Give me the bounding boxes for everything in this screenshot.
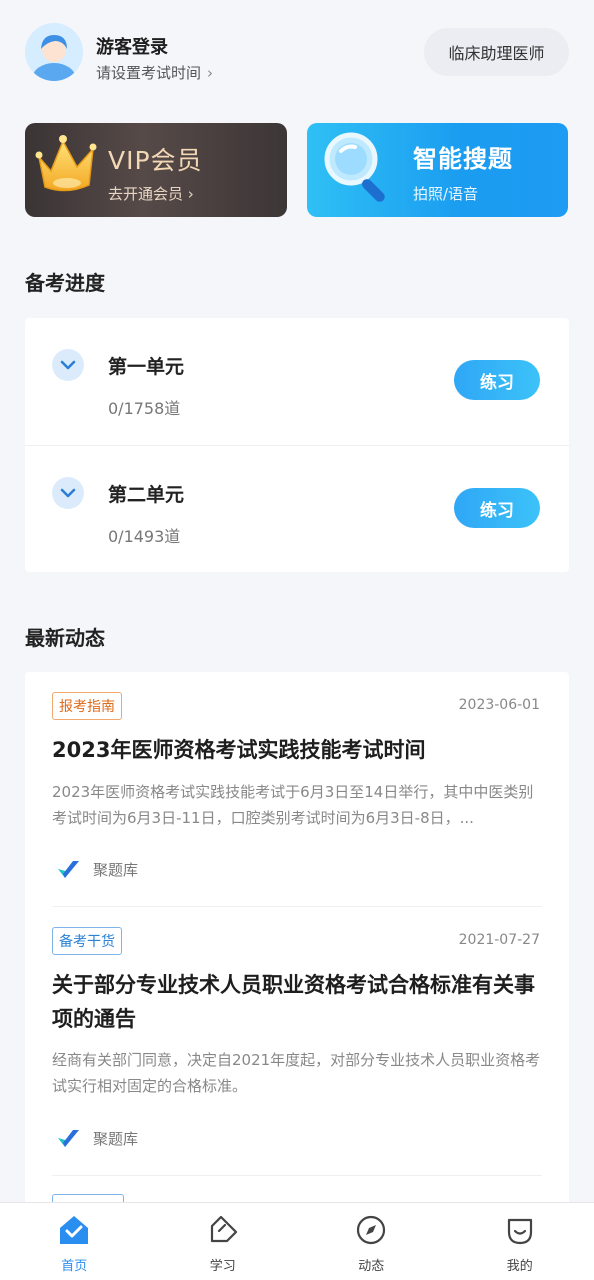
news-date: 2021-07-27 [458, 932, 540, 948]
expand-chevron-icon[interactable] [52, 349, 84, 381]
practice-button[interactable]: 练习 [454, 488, 540, 528]
smile-face-icon [503, 1213, 537, 1247]
magnifier-icon [324, 132, 385, 202]
practice-button[interactable]: 练习 [454, 360, 540, 400]
news-title: 关于部分专业技术人员职业资格考试合格标准有关事项的通告 [52, 973, 535, 1031]
vip-subtitle: 去开通会员 › [108, 185, 194, 203]
source-logo-icon [58, 1129, 79, 1147]
nav-study-label: 学习 [209, 1259, 236, 1274]
vip-title: VIP会员 [108, 146, 203, 175]
login-title[interactable]: 游客登录 [96, 33, 168, 59]
set-exam-time-label: 请设置考试时间 [96, 64, 202, 82]
news-item[interactable]: 报考指南 2023-06-01 2023年医师资格考试实践技能考试时间 2023… [25, 672, 569, 906]
divider [52, 1175, 542, 1176]
vip-card[interactable]: VIP会员 去开通会员 › [25, 123, 287, 217]
user-avatar-icon [25, 23, 83, 81]
nav-study[interactable]: 学习 [149, 1203, 298, 1280]
unit-row[interactable]: 第一单元 0/1758道 练习 [25, 318, 569, 445]
news-source-name: 聚题库 [93, 861, 139, 879]
source-logo-icon [58, 860, 79, 878]
expand-chevron-icon[interactable] [52, 477, 84, 509]
nav-feed[interactable]: 动态 [297, 1203, 446, 1280]
nav-home[interactable]: 首页 [0, 1203, 149, 1280]
bottom-nav: 首页 学习 动态 我的 [0, 1202, 594, 1280]
unit-name: 第一单元 [108, 356, 185, 378]
header: 游客登录 请设置考试时间 › 临床助理医师 [0, 0, 594, 110]
news-title: 2023年医师资格考试实践技能考试时间 [52, 738, 426, 762]
news-source: 聚题库 [57, 859, 138, 880]
unit-name: 第二单元 [108, 484, 185, 506]
nav-mine-label: 我的 [506, 1259, 533, 1274]
crown-icon [35, 135, 97, 192]
progress-section-title: 备考进度 [25, 271, 105, 295]
news-source-name: 聚题库 [93, 1130, 139, 1148]
home-icon [57, 1213, 91, 1247]
news-source: 聚题库 [57, 1128, 138, 1149]
news-body: 经商有关部门同意，决定自2021年度起，对部分专业技术人员职业资格考试实行相对固… [52, 1051, 541, 1095]
news-date: 2023-06-01 [458, 697, 540, 713]
unit-question-count: 0/1758道 [108, 399, 181, 418]
smart-search-title: 智能搜题 [413, 145, 513, 173]
unit-question-count: 0/1493道 [108, 527, 181, 546]
news-body: 2023年医师资格考试实践技能考试于6月3日至14日举行，其中中医类别考试时间为… [52, 783, 534, 827]
unit-row[interactable]: 第二单元 0/1493道 练习 [25, 445, 569, 572]
avatar[interactable] [25, 23, 83, 81]
news-tag: 备考干货 [52, 927, 122, 955]
compass-icon [354, 1213, 388, 1247]
pencil-note-icon [206, 1213, 240, 1247]
news-list: 报考指南 2023-06-01 2023年医师资格考试实践技能考试时间 2023… [25, 672, 569, 1212]
news-section-title: 最新动态 [25, 626, 105, 650]
smart-search-card[interactable]: 智能搜题 拍照/语音 [307, 123, 568, 217]
nav-home-label: 首页 [61, 1259, 88, 1274]
set-exam-time-link[interactable]: 请设置考试时间 › [96, 62, 213, 83]
progress-card: 第一单元 0/1758道 练习 第二单元 0/1493道 练习 [25, 318, 569, 572]
news-tag: 报考指南 [52, 692, 122, 720]
exam-type-button[interactable]: 临床助理医师 [424, 28, 569, 76]
news-item[interactable]: 备考干货 2021-07-27 关于部分专业技术人员职业资格考试合格标准有关事项… [25, 907, 569, 1175]
nav-feed-label: 动态 [358, 1259, 385, 1274]
nav-mine[interactable]: 我的 [446, 1203, 594, 1280]
smart-search-subtitle: 拍照/语音 [413, 185, 479, 203]
chevron-right-icon: › [207, 63, 214, 82]
